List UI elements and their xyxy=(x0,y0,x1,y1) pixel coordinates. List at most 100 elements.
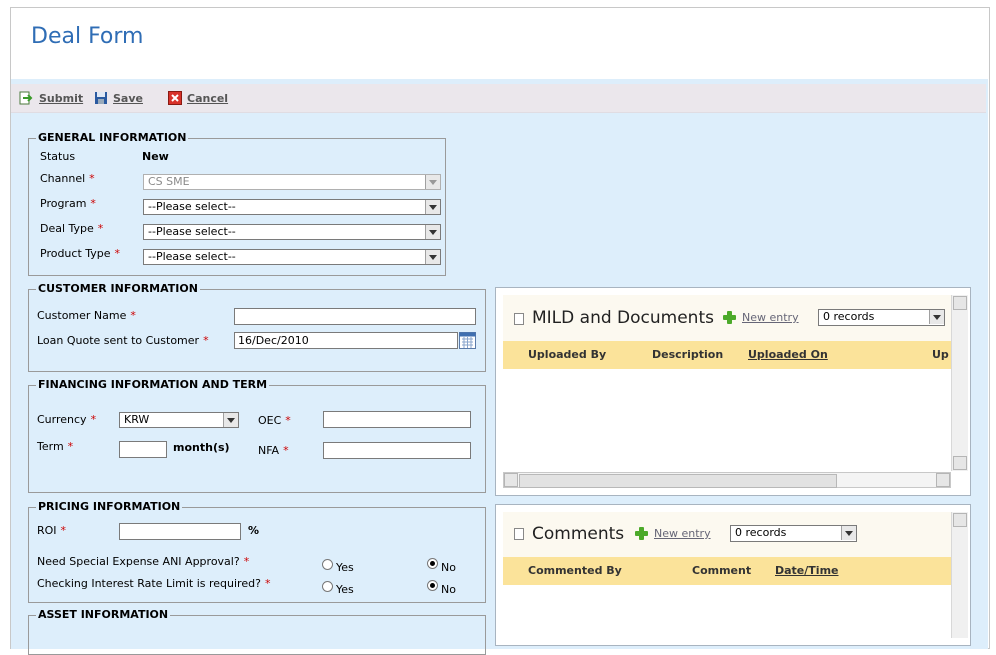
interest-rate-no-radio[interactable] xyxy=(427,580,438,591)
loan-quote-label: Loan Quote sent to Customer * xyxy=(37,334,209,347)
special-expense-approval-text: Need Special Expense ANI Approval? xyxy=(37,555,240,568)
channel-label-text: Channel xyxy=(40,172,86,185)
required-mark: * xyxy=(67,440,74,453)
column-comment[interactable]: Comment xyxy=(692,564,751,577)
oec-input[interactable] xyxy=(323,411,471,428)
status-value: New xyxy=(142,150,169,163)
special-expense-yes-label: Yes xyxy=(336,561,354,574)
chevron-down-icon[interactable] xyxy=(425,200,440,214)
term-input[interactable] xyxy=(119,441,167,458)
calendar-icon[interactable] xyxy=(459,332,476,349)
asset-information-legend: ASSET INFORMATION xyxy=(36,608,171,621)
channel-label: Channel * xyxy=(40,172,95,185)
required-mark: * xyxy=(264,577,271,590)
product-type-select-value: --Please select-- xyxy=(148,250,236,263)
nfa-label-text: NFA xyxy=(258,444,280,457)
required-mark: * xyxy=(130,309,136,322)
interest-rate-limit-text: Checking Interest Rate Limit is required… xyxy=(37,577,261,590)
deal-type-label-text: Deal Type xyxy=(40,222,94,235)
documents-new-entry-link[interactable]: New entry xyxy=(742,311,799,324)
add-icon[interactable] xyxy=(723,311,736,324)
comments-panel-title: Comments xyxy=(532,524,625,544)
scroll-down-icon[interactable] xyxy=(953,456,967,470)
chevron-down-icon[interactable] xyxy=(425,250,440,264)
cancel-icon[interactable] xyxy=(168,91,182,105)
comments-records-select[interactable]: 0 records xyxy=(730,525,857,542)
customer-name-input[interactable] xyxy=(234,308,476,325)
comments-new-entry-link[interactable]: New entry xyxy=(654,527,711,540)
financing-information-section: FINANCING INFORMATION AND TERM Currency *… xyxy=(28,378,486,493)
comments-vertical-scrollbar[interactable] xyxy=(951,512,968,638)
currency-select[interactable]: KRW xyxy=(119,412,239,428)
pricing-information-legend: PRICING INFORMATION xyxy=(36,500,183,513)
documents-grid-header: Uploaded By Description Uploaded On Up xyxy=(503,341,951,369)
column-description[interactable]: Description xyxy=(652,348,723,361)
pricing-information-section: PRICING INFORMATION ROI * % Need Special … xyxy=(28,500,486,603)
chevron-down-icon[interactable] xyxy=(425,225,440,239)
scroll-right-icon[interactable] xyxy=(936,473,950,487)
chevron-down-icon[interactable] xyxy=(841,526,856,540)
documents-vertical-scrollbar[interactable] xyxy=(951,295,968,471)
interest-rate-yes-label: Yes xyxy=(336,583,354,596)
roi-input[interactable] xyxy=(119,523,241,540)
currency-select-value: KRW xyxy=(124,413,150,426)
general-information-legend: GENERAL INFORMATION xyxy=(36,131,189,144)
special-expense-no-radio[interactable] xyxy=(427,558,438,569)
nfa-input[interactable] xyxy=(323,442,471,459)
submit-button[interactable]: Submit xyxy=(39,92,83,105)
loan-quote-date-input[interactable]: 16/Dec/2010 xyxy=(234,332,458,349)
required-mark: * xyxy=(203,334,209,347)
comments-records-value: 0 records xyxy=(735,526,787,539)
roi-unit: % xyxy=(248,524,260,537)
submit-icon[interactable] xyxy=(19,91,33,105)
interest-rate-yes-radio[interactable] xyxy=(322,581,333,592)
deal-type-select[interactable]: --Please select-- xyxy=(143,224,441,240)
customer-information-legend: CUSTOMER INFORMATION xyxy=(36,282,200,295)
deal-type-label: Deal Type * xyxy=(40,222,103,235)
product-type-select[interactable]: --Please select-- xyxy=(143,249,441,265)
toolbar: Submit Save Cancel xyxy=(11,84,986,113)
required-mark: * xyxy=(97,222,104,235)
required-mark: * xyxy=(243,555,250,568)
scroll-up-icon[interactable] xyxy=(953,296,967,310)
roi-label-text: ROI xyxy=(37,524,57,537)
page-title: Deal Form xyxy=(31,24,144,49)
documents-horizontal-scrollbar[interactable] xyxy=(503,472,951,488)
channel-select[interactable]: CS SME xyxy=(143,174,441,190)
product-type-label: Product Type * xyxy=(40,247,120,260)
program-label: Program * xyxy=(40,197,96,210)
scroll-up-icon[interactable] xyxy=(953,513,967,527)
chevron-down-icon[interactable] xyxy=(425,175,440,189)
program-select[interactable]: --Please select-- xyxy=(143,199,441,215)
customer-name-label: Customer Name * xyxy=(37,309,136,322)
column-date-time[interactable]: Date/Time xyxy=(775,564,839,577)
scroll-left-icon[interactable] xyxy=(504,473,518,487)
status-label: Status xyxy=(40,150,76,163)
oec-label-text: OEC xyxy=(258,414,282,427)
chevron-down-icon[interactable] xyxy=(929,310,944,324)
documents-records-select[interactable]: 0 records xyxy=(818,309,945,326)
required-mark: * xyxy=(285,414,291,427)
chevron-down-icon[interactable] xyxy=(223,413,238,427)
product-type-label-text: Product Type xyxy=(40,247,111,260)
loan-quote-label-text: Loan Quote sent to Customer xyxy=(37,334,200,347)
save-icon[interactable] xyxy=(94,91,108,105)
column-uploaded-by[interactable]: Uploaded By xyxy=(528,348,606,361)
special-expense-yes-radio[interactable] xyxy=(322,559,333,570)
cancel-button[interactable]: Cancel xyxy=(187,92,228,105)
customer-information-section: CUSTOMER INFORMATION Customer Name * Loan… xyxy=(28,282,486,372)
column-uploaded-on[interactable]: Uploaded On xyxy=(748,348,828,361)
required-mark: * xyxy=(89,172,95,185)
deal-type-select-value: --Please select-- xyxy=(148,225,236,238)
currency-label-text: Currency xyxy=(37,413,87,426)
column-commented-by[interactable]: Commented By xyxy=(528,564,622,577)
term-unit: month(s) xyxy=(173,441,230,454)
add-icon[interactable] xyxy=(635,527,648,540)
horizontal-scroll-thumb[interactable] xyxy=(519,474,837,488)
special-expense-approval-label: Need Special Expense ANI Approval? * xyxy=(37,555,249,568)
documents-records-value: 0 records xyxy=(823,310,875,323)
channel-select-value: CS SME xyxy=(148,175,190,188)
currency-label: Currency * xyxy=(37,413,96,426)
save-button[interactable]: Save xyxy=(113,92,143,105)
column-up[interactable]: Up xyxy=(932,348,949,361)
